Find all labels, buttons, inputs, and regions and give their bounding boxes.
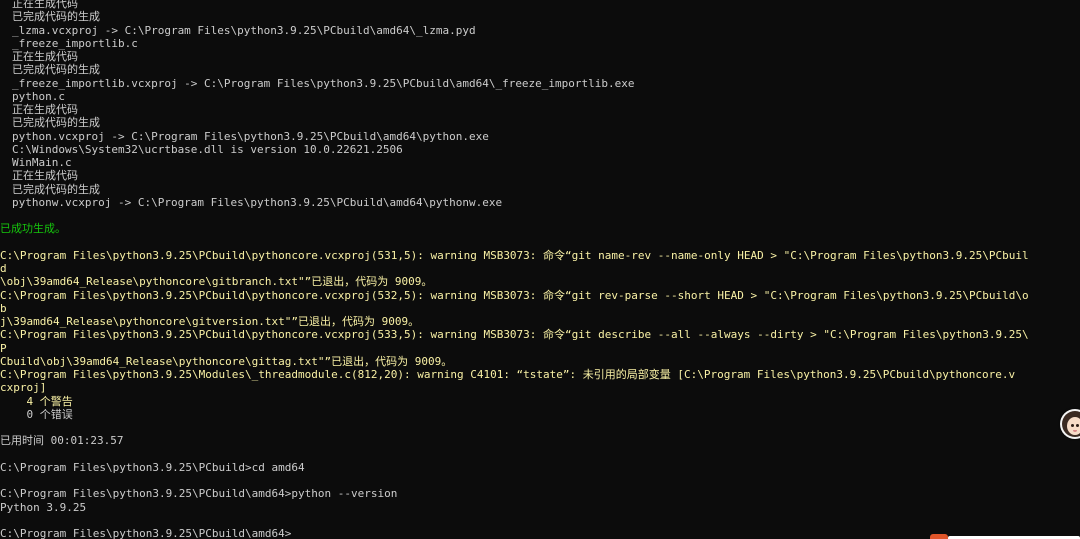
- avatar-eye-right: [1076, 424, 1079, 427]
- terminal-line: 正在生成代码: [12, 50, 78, 63]
- terminal-window[interactable]: 正在生成代码 已完成代码的生成 _lzma.vcxproj -> C:\Progra…: [0, 0, 1080, 539]
- terminal-line: \obj\39amd64_Release\pythoncore\gitbranc…: [0, 275, 433, 289]
- terminal-line: python.vcxproj -> C:\Program Files\pytho…: [12, 129, 489, 143]
- terminal-line: 已完成代码的生成: [12, 10, 100, 24]
- terminal-line: Cbuild\obj\39amd64_Release\pythoncore\gi…: [0, 354, 453, 368]
- avatar-icon[interactable]: [1060, 409, 1080, 439]
- terminal-line: 0 个错误: [0, 407, 73, 421]
- terminal-line: C:\Program Files\python3.9.25\PCbuild\py…: [0, 248, 1029, 262]
- terminal-line: 已成功生成。: [0, 222, 66, 236]
- terminal-line: _freeze_importlib.vcxproj -> C:\Program …: [12, 76, 635, 90]
- terminal-line: C:\Program Files\python3.9.25\PCbuild>cd…: [0, 460, 305, 474]
- terminal-line: _lzma.vcxproj -> C:\Program Files\python…: [12, 23, 476, 37]
- terminal-line: j\39amd64_Release\pythoncore\gitversion.…: [0, 315, 420, 328]
- avatar-eye-left: [1071, 424, 1074, 427]
- terminal-line: 已完成代码的生成: [12, 63, 100, 77]
- terminal-line: 正在生成代码: [12, 103, 78, 116]
- terminal-line: WinMain.c: [12, 156, 72, 169]
- terminal-line: P: [0, 341, 7, 355]
- terminal-line: 已用时间 00:01:23.57: [0, 434, 124, 448]
- terminal-line: d: [0, 262, 7, 275]
- pointer-cursor-icon: [930, 534, 948, 539]
- terminal-line: pythonw.vcxproj -> C:\Program Files\pyth…: [12, 195, 503, 209]
- terminal-line: C:\Program Files\python3.9.25\PCbuild\am…: [0, 487, 398, 501]
- terminal-line: C:\Program Files\python3.9.25\PCbuild\py…: [0, 328, 1029, 342]
- terminal-line: C:\Program Files\python3.9.25\PCbuild\am…: [0, 527, 292, 539]
- terminal-line: C:\Windows\System32\ucrtbase.dll is vers…: [12, 142, 403, 156]
- terminal-line: 正在生成代码: [12, 169, 78, 183]
- terminal-line: 已完成代码的生成: [12, 116, 100, 130]
- terminal-line: 已完成代码的生成: [12, 182, 100, 196]
- terminal-line: _freeze_importlib.c: [12, 36, 138, 50]
- terminal-line: C:\Program Files\python3.9.25\Modules\_t…: [0, 368, 1016, 381]
- terminal-line: C:\Program Files\python3.9.25\PCbuild\py…: [0, 288, 1029, 302]
- terminal-line: Python 3.9.25: [0, 500, 87, 514]
- terminal-line: b: [0, 301, 7, 315]
- terminal-line: cxproj]: [0, 381, 47, 395]
- terminal-line: 正在生成代码: [12, 0, 78, 10]
- terminal-line: python.c: [12, 89, 65, 103]
- terminal-line: 4 个警告: [0, 394, 73, 408]
